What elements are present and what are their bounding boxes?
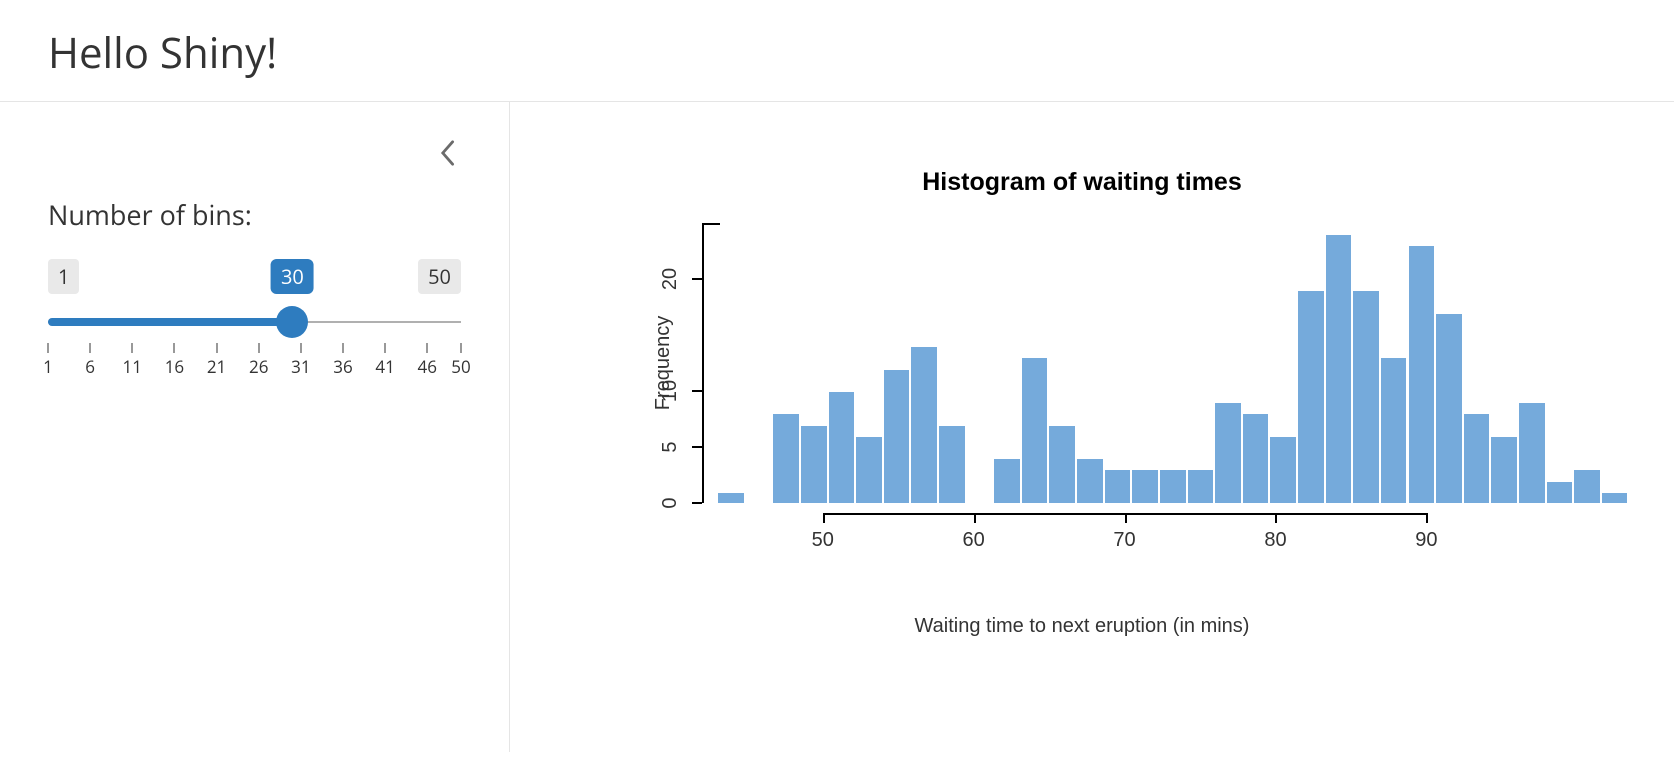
histogram-bar bbox=[993, 458, 1021, 503]
chart-title: Histogram of waiting times bbox=[550, 168, 1614, 197]
histogram-bar bbox=[1490, 436, 1518, 503]
histogram-bar bbox=[938, 425, 966, 503]
main-panel: Histogram of waiting times Frequency 051… bbox=[510, 102, 1674, 752]
slider-tick-label: 31 bbox=[291, 355, 310, 378]
histogram-bar bbox=[1076, 458, 1104, 503]
collapse-sidebar-icon[interactable] bbox=[433, 134, 461, 180]
y-tick-label: 20 bbox=[659, 268, 682, 290]
slider-label: Number of bins: bbox=[48, 196, 461, 233]
x-axis-label: Waiting time to next eruption (in mins) bbox=[592, 615, 1572, 638]
slider-handle[interactable] bbox=[276, 306, 308, 338]
histogram-bar bbox=[828, 391, 856, 503]
x-tick-label: 50 bbox=[812, 529, 834, 552]
histogram-bar bbox=[1435, 313, 1463, 503]
histogram-bar bbox=[800, 425, 828, 503]
slider-value: 30 bbox=[271, 259, 314, 294]
x-tick-label: 70 bbox=[1113, 529, 1135, 552]
histogram-bar bbox=[1573, 469, 1601, 503]
histogram-bar bbox=[1159, 469, 1187, 503]
histogram-bar bbox=[717, 492, 745, 503]
histogram-bar bbox=[1131, 469, 1159, 503]
x-tick-label: 80 bbox=[1264, 529, 1286, 552]
slider-tick-label: 21 bbox=[207, 355, 226, 378]
histogram-bar bbox=[883, 369, 911, 503]
slider-min: 1 bbox=[48, 259, 79, 294]
histogram-bar bbox=[910, 346, 938, 503]
histogram-bar bbox=[1104, 469, 1132, 503]
slider-tick-label: 41 bbox=[375, 355, 394, 378]
slider-tick-label: 6 bbox=[85, 355, 95, 378]
histogram-bar bbox=[1214, 402, 1242, 503]
histogram-bar bbox=[1601, 492, 1629, 503]
app-header: Hello Shiny! bbox=[0, 0, 1674, 102]
histogram-bar bbox=[1463, 413, 1491, 503]
histogram-bar bbox=[1021, 357, 1049, 503]
histogram-bar bbox=[772, 413, 800, 503]
histogram-bar bbox=[1325, 234, 1353, 503]
app-title: Hello Shiny! bbox=[48, 24, 1626, 81]
histogram-bar bbox=[1546, 481, 1574, 503]
histogram-bar bbox=[1352, 290, 1380, 503]
histogram-bar bbox=[1518, 402, 1546, 503]
slider-tick-label: 50 bbox=[451, 355, 470, 378]
slider-tick-label: 1 bbox=[43, 355, 53, 378]
histogram-bar bbox=[1187, 469, 1215, 503]
sidebar: Number of bins: 1 30 50 1611162126313641… bbox=[0, 102, 510, 752]
y-tick-label: 5 bbox=[659, 441, 682, 452]
histogram-bar bbox=[1269, 436, 1297, 503]
histogram-chart: Frequency 051020 5060708090 Waiting time… bbox=[592, 223, 1572, 638]
slider-tick-label: 16 bbox=[165, 355, 184, 378]
slider-tick-label: 11 bbox=[123, 355, 142, 378]
histogram-bar bbox=[1380, 357, 1408, 503]
slider-tick-label: 36 bbox=[333, 355, 352, 378]
x-tick-label: 60 bbox=[963, 529, 985, 552]
slider-tick-label: 46 bbox=[418, 355, 437, 378]
histogram-bar bbox=[1297, 290, 1325, 503]
bins-slider[interactable]: 1 30 50 16111621263136414650 bbox=[48, 259, 461, 373]
slider-tick-label: 26 bbox=[249, 355, 268, 378]
histogram-bar bbox=[855, 436, 883, 503]
histogram-bar bbox=[1408, 245, 1436, 503]
histogram-bar bbox=[1242, 413, 1270, 503]
histogram-bar bbox=[1048, 425, 1076, 503]
y-tick-label: 0 bbox=[659, 497, 682, 508]
x-tick-label: 90 bbox=[1415, 529, 1437, 552]
y-tick-label: 10 bbox=[659, 380, 682, 402]
app-content: Number of bins: 1 30 50 1611162126313641… bbox=[0, 102, 1674, 752]
slider-max: 50 bbox=[418, 259, 461, 294]
